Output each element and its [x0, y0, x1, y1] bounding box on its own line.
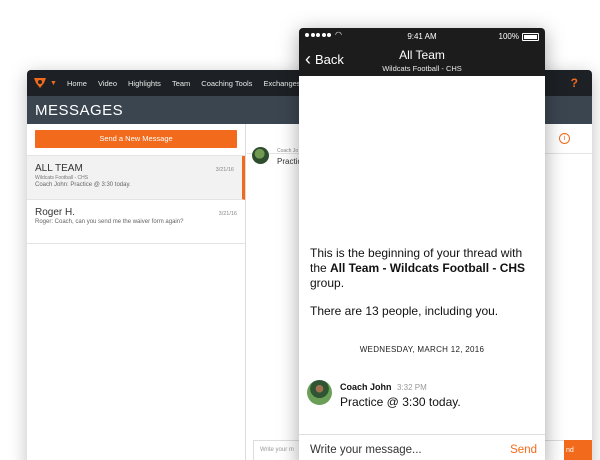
thread-preview: Coach John: Practice @ 3:30 today.	[35, 182, 131, 188]
status-bar: ◠ 9:41 AM 100%	[299, 28, 545, 46]
chevron-down-icon[interactable]: ▼	[50, 80, 57, 87]
thread-name: ALL TEAM	[35, 163, 83, 174]
screen: ▼ Home Video Highlights Team Coaching To…	[0, 0, 600, 460]
thread-date: 3/21/16	[215, 167, 234, 173]
message-author: Coach John	[340, 382, 392, 392]
battery-icon	[522, 33, 539, 41]
message-text: Practic	[277, 157, 302, 166]
thread-list: ALL TEAM 3/21/16 Wildcats Football - CHS…	[27, 155, 245, 244]
avatar	[307, 380, 332, 405]
thread-subtitle: Wildcats Football - CHS	[382, 64, 462, 73]
nav-highlights[interactable]: Highlights	[128, 79, 161, 88]
message-time: 3:32 PM	[397, 383, 427, 392]
thread-preview: Roger: Coach, can you send me the waiver…	[35, 219, 184, 225]
message-input[interactable]: Write your message...	[310, 444, 490, 456]
send-new-message-button[interactable]: Send a New Message	[35, 130, 237, 148]
date-separator: WEDNESDAY, MARCH 12, 2016	[359, 345, 485, 354]
message-text: Practice @ 3:30 today.	[340, 395, 461, 409]
thread-item-roger[interactable]: Roger H. 3/21/16 Roger: Coach, can you s…	[27, 200, 245, 244]
thread-title: All Team	[399, 48, 445, 62]
thread-sidebar: Send a New Message ALL TEAM 3/21/16 Wild…	[27, 124, 246, 460]
intro-suffix: group.	[310, 276, 345, 290]
team-logo-icon[interactable]	[33, 77, 47, 89]
send-button[interactable]: nd	[564, 440, 592, 460]
nav-exchanges[interactable]: Exchanges	[263, 79, 300, 88]
thread-intro: This is the beginning of your thread wit…	[310, 246, 537, 291]
info-icon[interactable]: i	[559, 133, 570, 144]
nav-coaching-tools[interactable]: Coaching Tools	[201, 79, 252, 88]
intro-group-name: All Team - Wildcats Football - CHS	[330, 261, 526, 275]
thread-subtitle: Wildcats Football - CHS	[35, 175, 89, 181]
help-icon[interactable]: ?	[571, 76, 578, 90]
message-thread[interactable]: This is the beginning of your thread wit…	[299, 76, 545, 434]
nav-video[interactable]: Video	[98, 79, 117, 88]
message-author: Coach Jo	[277, 148, 299, 154]
nav-home[interactable]: Home	[67, 79, 87, 88]
battery-percent: 100%	[498, 32, 519, 41]
page-title: MESSAGES	[35, 101, 124, 119]
nav-bar: ‹ Back All Team Wildcats Football - CHS	[299, 46, 545, 76]
thread-name: Roger H.	[35, 207, 76, 218]
send-button[interactable]: Send	[510, 444, 537, 456]
composer: Write your message... Send	[299, 434, 545, 460]
nav-team[interactable]: Team	[172, 79, 190, 88]
people-count: There are 13 people, including you.	[310, 304, 499, 318]
avatar	[252, 147, 269, 164]
thread-item-all-team[interactable]: ALL TEAM 3/21/16 Wildcats Football - CHS…	[27, 156, 245, 200]
phone-screen: ◠ 9:41 AM 100% ‹ Back All Team Wildcats …	[299, 28, 545, 460]
thread-date: 3/21/16	[218, 211, 237, 217]
